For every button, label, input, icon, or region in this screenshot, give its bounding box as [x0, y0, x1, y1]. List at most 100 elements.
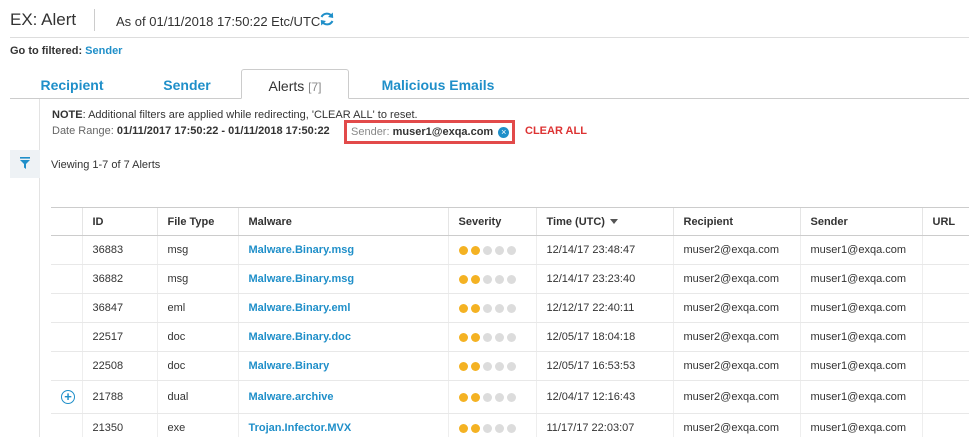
col-severity[interactable]: Severity — [447, 207, 536, 236]
sender-filter-value: muser1@exqa.com — [392, 126, 494, 138]
filter-toggle-button[interactable] — [10, 150, 40, 178]
table-row[interactable]: 22517 doc Malware.Binary.doc 12/05/17 18:04… — [51, 322, 969, 352]
severity-dot — [506, 274, 516, 284]
cell-recipient: muser2@exqa.com — [672, 322, 800, 352]
cell-file-type: eml — [156, 293, 238, 323]
cell-file-type: doc — [156, 351, 238, 381]
severity-dot — [470, 245, 480, 255]
cell-file-type: dual — [156, 380, 238, 414]
tab-alerts[interactable]: Alerts [7] — [241, 69, 349, 99]
severity-dot — [482, 332, 492, 342]
tab-sender[interactable]: Sender — [137, 69, 237, 99]
cell-sender: muser1@exqa.com — [799, 293, 922, 323]
col-recipient[interactable]: Recipient — [672, 207, 800, 236]
severity-dot — [482, 303, 492, 313]
severity-dot — [458, 303, 468, 313]
severity-dot — [494, 245, 504, 255]
severity-dot — [470, 332, 480, 342]
severity-dot — [458, 423, 468, 433]
cell-expand[interactable]: + — [51, 380, 82, 414]
malware-link[interactable]: Trojan.Infector.MVX — [237, 413, 448, 437]
table-row[interactable]: 36847 eml Malware.Binary.eml 12/12/17 22:40… — [51, 293, 969, 323]
severity-dot — [506, 392, 516, 402]
severity-dot — [482, 274, 492, 284]
col-time[interactable]: Time (UTC) — [535, 207, 673, 236]
cell-severity — [447, 264, 536, 294]
malware-link[interactable]: Malware.Binary.doc — [237, 322, 448, 352]
malware-link[interactable]: Malware.Binary — [237, 351, 448, 381]
tab-label: Recipient — [40, 77, 104, 93]
col-file-type[interactable]: File Type — [156, 207, 238, 236]
cell-time: 12/05/17 18:04:18 — [535, 322, 673, 352]
cell-expand — [51, 235, 82, 265]
severity-dot — [482, 392, 492, 402]
severity-dot — [458, 245, 468, 255]
table-row[interactable]: 36883 msg Malware.Binary.msg 12/14/17 23:48… — [51, 235, 969, 265]
page-header: EX: Alert As of 01/11/2018 17:50:22 Etc/… — [0, 0, 969, 40]
col-id[interactable]: ID — [81, 207, 157, 236]
remove-filter-icon[interactable]: × — [498, 126, 510, 138]
severity-dot — [494, 423, 504, 433]
severity-dot — [470, 361, 480, 371]
tab-malicious-emails[interactable]: Malicious Emails — [368, 69, 508, 99]
severity-dot — [506, 303, 516, 313]
table-row[interactable]: 21350 exe Trojan.Infector.MVX 11/17/17 22:0… — [51, 413, 969, 437]
severity-dot — [494, 332, 504, 342]
cell-recipient: muser2@exqa.com — [672, 413, 800, 437]
severity-dot — [494, 274, 504, 284]
cell-url — [921, 264, 969, 294]
refresh-icon[interactable] — [318, 10, 336, 28]
sender-filter-label: Sender: — [351, 126, 390, 138]
cell-recipient: muser2@exqa.com — [672, 380, 800, 414]
tab-recipient[interactable]: Recipient — [22, 69, 122, 99]
cell-id: 36847 — [81, 293, 157, 323]
cell-sender: muser1@exqa.com — [799, 322, 922, 352]
cell-expand — [51, 322, 82, 352]
malware-link[interactable]: Malware.Binary.msg — [237, 264, 448, 294]
table-row[interactable]: 22508 doc Malware.Binary 12/05/17 16:53:53 m… — [51, 351, 969, 381]
cell-expand — [51, 351, 82, 381]
date-range-value: 01/11/2017 17:50:22 - 01/11/2018 17:50:2… — [116, 125, 330, 137]
alerts-table: ID File Type Malware Severity Time (UTC)… — [51, 207, 969, 437]
filter-icon — [20, 157, 30, 169]
severity-dot — [458, 361, 468, 371]
col-url[interactable]: URL — [921, 207, 969, 236]
goto-filtered: Go to filtered: Sender — [10, 45, 122, 57]
cell-expand — [51, 293, 82, 323]
malware-link[interactable]: Malware.Binary.eml — [237, 293, 448, 323]
cell-severity — [447, 235, 536, 265]
clear-all-button[interactable]: CLEAR ALL — [525, 125, 587, 137]
cell-time: 11/17/17 22:03:07 — [535, 413, 673, 437]
cell-url — [921, 322, 969, 352]
header-separator — [10, 37, 969, 38]
cell-id: 36883 — [81, 235, 157, 265]
expand-row-icon[interactable]: + — [61, 390, 75, 404]
severity-dot — [494, 361, 504, 371]
cell-severity — [447, 351, 536, 381]
severity-dot — [458, 274, 468, 284]
table-row[interactable]: 36882 msg Malware.Binary.msg 12/14/17 23:23… — [51, 264, 969, 294]
col-malware[interactable]: Malware — [237, 207, 448, 236]
goto-sender-link[interactable]: Sender — [85, 45, 122, 57]
table-row[interactable]: +21788 dual Malware.archive 12/04/17 12:16:… — [51, 380, 969, 414]
col-sender[interactable]: Sender — [799, 207, 922, 236]
cell-file-type: msg — [156, 264, 238, 294]
cell-id: 22517 — [81, 322, 157, 352]
malware-link[interactable]: Malware.Binary.msg — [237, 235, 448, 265]
cell-id: 21788 — [81, 380, 157, 414]
cell-id: 36882 — [81, 264, 157, 294]
cell-time: 12/14/17 23:48:47 — [535, 235, 673, 265]
viewing-count: Viewing 1-7 of 7 Alerts — [51, 159, 161, 171]
cell-expand — [51, 264, 82, 294]
severity-dot — [470, 423, 480, 433]
table-header: ID File Type Malware Severity Time (UTC)… — [51, 207, 969, 236]
cell-url — [921, 351, 969, 381]
tab-label: Sender — [163, 77, 211, 93]
col-time-label: Time (UTC) — [546, 215, 605, 228]
cell-file-type: doc — [156, 322, 238, 352]
tab-bar: Recipient Sender Alerts [7] Malicious Em… — [0, 69, 969, 99]
date-range: Date Range: 01/11/2017 17:50:22 - 01/11/… — [52, 125, 330, 137]
cell-time: 12/12/17 22:40:11 — [535, 293, 673, 323]
malware-link[interactable]: Malware.archive — [237, 380, 448, 414]
severity-dot — [494, 392, 504, 402]
